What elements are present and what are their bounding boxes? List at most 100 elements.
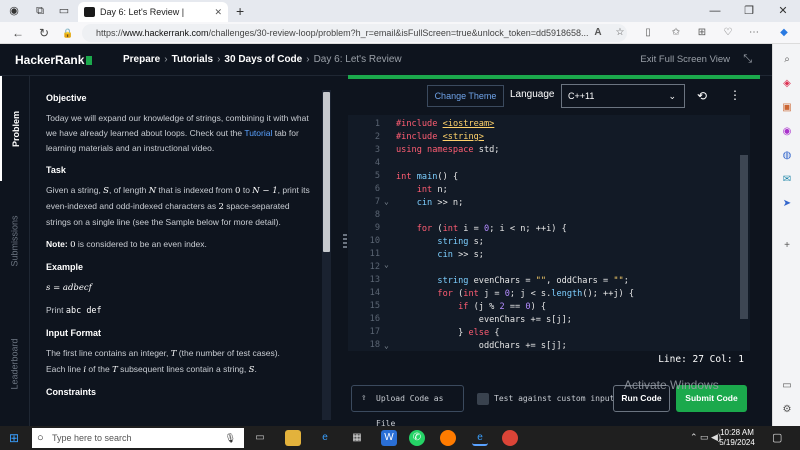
breadcrumb-prepare[interactable]: Prepare — [123, 54, 160, 65]
taskbar-clock[interactable]: 10:28 AM 5/19/2024 — [712, 428, 762, 448]
collections-icon[interactable]: ⊞ — [694, 25, 710, 41]
sidebar-settings-icon[interactable]: ⚙ — [779, 402, 795, 418]
close-tab-icon[interactable]: ✕ — [214, 2, 222, 22]
browser-tab-bar: ◉ ⧉ ▭ Day 6: Let's Review | HackerRank ✕… — [0, 0, 800, 37]
edge-active-icon[interactable]: e — [472, 430, 488, 446]
tab-problem[interactable]: Problem — [0, 76, 30, 181]
breadcrumb-tutorials[interactable]: Tutorials — [172, 54, 213, 65]
edge-browser-icon[interactable]: e — [317, 430, 333, 446]
exit-full-screen-link[interactable]: Exit Full Screen View — [640, 54, 730, 65]
store-icon[interactable]: ▦ — [349, 430, 365, 446]
add-sidebar-icon[interactable]: + — [779, 238, 795, 254]
print-value: abc def — [65, 306, 102, 316]
example-value: s = adbecf — [46, 280, 316, 296]
line-number: 11 — [369, 249, 380, 259]
search-icon[interactable]: ⌕ — [779, 52, 795, 68]
breadcrumb: Prepare › Tutorials › 30 Days of Code › Day 6:… — [123, 54, 402, 65]
maximize-button[interactable]: ❐ — [732, 0, 766, 22]
favorites-icon[interactable]: ✩ — [668, 25, 684, 41]
problem-scrollbar[interactable] — [322, 90, 331, 420]
custom-input-checkbox[interactable] — [477, 393, 489, 405]
code-line: evenChars += s[j]; — [396, 315, 572, 325]
fold-chevron-icon[interactable]: ⌄ — [384, 341, 389, 350]
code-editor[interactable]: 12345678910111213141516171819 ⌄ ⌄ ⌄ ⌄ ⌄ … — [348, 115, 750, 351]
fold-chevron-icon[interactable]: ⌄ — [384, 260, 389, 269]
upload-icon: ⇪ — [361, 393, 367, 403]
send-icon[interactable]: ➤ — [779, 196, 795, 212]
objective-text: Today we will expand our knowledge of st… — [46, 111, 316, 156]
collapse-icon[interactable]: ⤡ — [743, 53, 752, 66]
fold-chevron-icon[interactable]: ⌄ — [384, 197, 389, 206]
custom-input-label[interactable]: Test against custom input — [494, 394, 614, 403]
line-number: 18 — [369, 340, 380, 350]
favorite-star-icon[interactable]: ☆ — [612, 25, 628, 41]
more-options-icon[interactable]: ⋮ — [729, 88, 741, 102]
editor-toolbar: Change Theme Language C++11 ⌄ ⟲ ⋮ — [348, 80, 760, 112]
line-number: 3 — [374, 145, 380, 155]
windows-start-icon[interactable]: ⊞ — [9, 431, 23, 445]
word-icon[interactable]: W — [381, 430, 397, 446]
games-icon[interactable]: ◉ — [779, 124, 795, 140]
chevron-right-icon: › — [217, 54, 221, 65]
change-theme-button[interactable]: Change Theme — [427, 85, 504, 107]
back-icon[interactable]: ← — [10, 25, 26, 41]
line-number: 7 — [374, 197, 380, 207]
shopping-icon[interactable]: ◈ — [779, 76, 795, 92]
url-input[interactable]: https://www.hackerrank.com/challenges/30… — [82, 24, 627, 42]
line-number: 13 — [369, 275, 380, 285]
code-line: if (j % 2 == 0) { — [458, 302, 547, 312]
workspaces-icon[interactable]: ⧉ — [32, 3, 48, 19]
line-number: 6 — [374, 184, 380, 194]
line-number: 16 — [369, 314, 380, 324]
logo-block-icon — [86, 56, 93, 65]
browser-tab[interactable]: Day 6: Let's Review | HackerRank ✕ — [78, 2, 228, 37]
print-label: Print — [46, 305, 66, 315]
settings-more-icon[interactable]: ⋯ — [746, 25, 762, 41]
notification-icon[interactable]: ▢ — [772, 431, 782, 444]
breadcrumb-30-days[interactable]: 30 Days of Code — [224, 54, 302, 65]
scrollbar-thumb[interactable] — [323, 92, 330, 252]
code-line: int main() { — [396, 172, 459, 182]
code-line: oddChars += s[j]; — [396, 341, 567, 351]
hackerrank-logo[interactable]: HackerRank — [15, 53, 93, 67]
office-icon[interactable]: ◍ — [779, 148, 795, 164]
clock-time: 10:28 AM — [720, 428, 754, 437]
new-tab-button[interactable]: + — [236, 0, 244, 22]
tools-icon[interactable]: ▣ — [779, 100, 795, 116]
upload-code-button[interactable]: ⇪ Upload Code as File — [351, 385, 464, 428]
reset-code-icon[interactable]: ⟲ — [697, 89, 707, 103]
constraints-heading: Constraints — [46, 387, 97, 397]
window-controls: — ❐ ✕ — [698, 0, 800, 22]
code-scrollbar[interactable] — [740, 155, 748, 319]
note-text: Note: 0 is considered to be an even inde… — [46, 237, 316, 253]
chevron-right-icon: › — [306, 54, 310, 65]
chevron-right-icon: › — [164, 54, 168, 65]
tab-actions-icon[interactable]: ▭ — [56, 3, 72, 19]
language-select[interactable]: C++11 ⌄ — [561, 84, 685, 108]
outlook-icon[interactable]: ✉ — [779, 172, 795, 188]
hide-sidebar-icon[interactable]: ▭ — [779, 378, 795, 394]
code-line: #include <string> — [396, 132, 484, 142]
upload-label: Upload Code as File — [376, 394, 444, 428]
microphone-icon[interactable]: 🎙 — [225, 428, 236, 448]
problem-statement-panel: Objective Today we will expand our knowl… — [30, 76, 342, 426]
extensions-icon[interactable]: ♡ — [720, 25, 736, 41]
refresh-icon[interactable]: ↻ — [36, 25, 52, 41]
search-icon: ○ — [37, 432, 44, 444]
profile-icon[interactable]: ◉ — [6, 3, 22, 19]
minimize-button[interactable]: — — [698, 0, 732, 22]
close-window-button[interactable]: ✕ — [766, 0, 800, 22]
taskbar-search-input[interactable]: ○ Type here to search 🎙 — [32, 428, 244, 448]
read-aloud-icon[interactable]: A — [590, 25, 606, 41]
file-explorer-icon[interactable] — [285, 430, 301, 446]
copilot-icon[interactable]: ◆ — [776, 25, 792, 41]
whatsapp-icon[interactable]: ✆ — [409, 430, 425, 446]
input-format-text: The first line contains an integer, T (t… — [46, 346, 316, 378]
firefox-icon[interactable] — [440, 430, 456, 446]
tab-submissions[interactable]: Submissions — [0, 181, 30, 301]
tab-leaderboard[interactable]: Leaderboard — [0, 301, 30, 426]
split-screen-icon[interactable]: ▯ — [640, 25, 656, 41]
task-view-icon[interactable]: ▭ — [252, 430, 268, 446]
tutorial-link[interactable]: Tutorial — [244, 128, 272, 138]
chrome-icon[interactable] — [502, 430, 518, 446]
